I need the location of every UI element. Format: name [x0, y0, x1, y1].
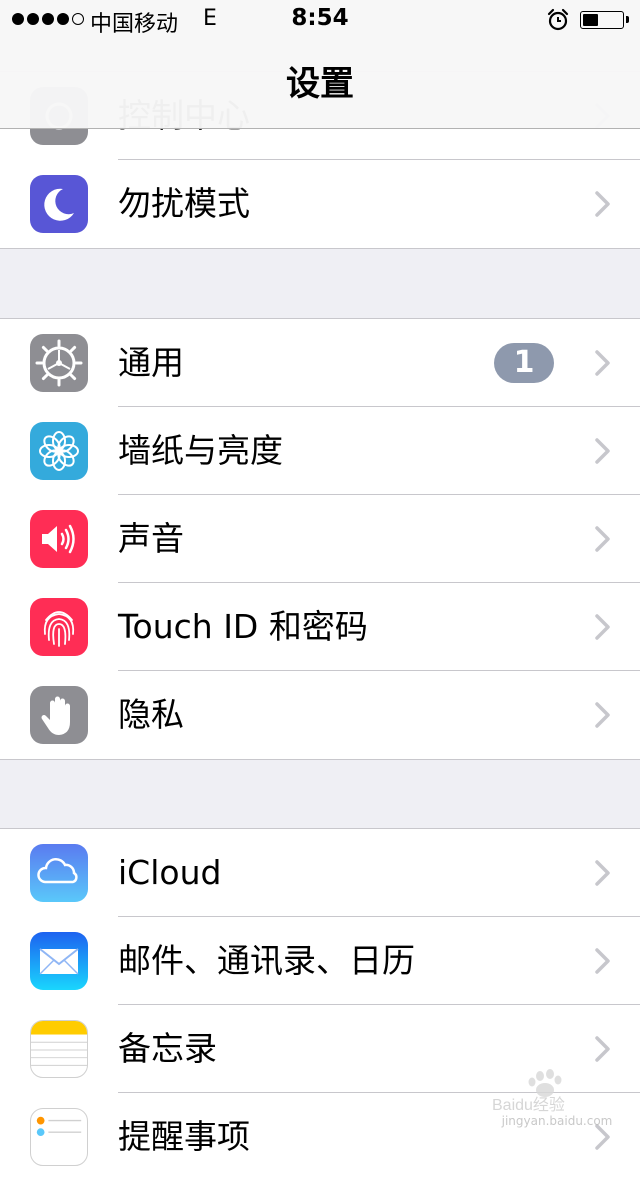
baidu-jingyan-watermark: Baidu经验 jingyan.baidu.com — [492, 1068, 622, 1130]
settings-item-touch-id-passcode[interactable]: Touch ID 和密码 — [0, 583, 640, 671]
chevron-right-icon — [595, 438, 610, 464]
settings-item-label: 提醒事项 — [118, 1117, 250, 1156]
chevron-right-icon — [595, 191, 610, 217]
settings-item-wallpaper-brightness[interactable]: 墙纸与亮度 — [0, 407, 640, 495]
settings-item-label: 通用 — [118, 343, 184, 382]
speaker-icon — [30, 510, 88, 568]
status-bar: 中国移动 E 8:54 — [0, 0, 640, 40]
cloud-icon — [30, 844, 88, 902]
moon-icon — [30, 175, 88, 233]
settings-item-mail-contacts-calendars[interactable]: 邮件、通讯录、日历 — [0, 917, 640, 1005]
hand-icon — [30, 686, 88, 744]
settings-item-label: 墙纸与亮度 — [118, 431, 283, 470]
settings-item-label: 勿扰模式 — [118, 184, 250, 223]
flower-icon — [30, 422, 88, 480]
settings-group-2: 通用 1 墙纸与亮度 声音 Touch ID 和密码 隐私 — [0, 318, 640, 760]
watermark-url: jingyan.baidu.com — [501, 1114, 613, 1128]
chevron-right-icon — [595, 350, 610, 376]
paw-logo-icon: Baidu经验 — [492, 1069, 565, 1114]
settings-item-general[interactable]: 通用 1 — [0, 319, 640, 407]
settings-item-privacy[interactable]: 隐私 — [0, 671, 640, 759]
chevron-right-icon — [595, 1036, 610, 1062]
watermark-brand: Baidu经验 — [492, 1096, 565, 1114]
status-time: 8:54 — [291, 5, 349, 31]
mail-icon — [30, 932, 88, 990]
chevron-right-icon — [595, 948, 610, 974]
settings-item-icloud[interactable]: iCloud — [0, 829, 640, 917]
settings-item-label: 邮件、通讯录、日历 — [118, 941, 415, 980]
chevron-right-icon — [595, 702, 610, 728]
settings-item-label: Touch ID 和密码 — [118, 607, 368, 646]
settings-item-label: iCloud — [118, 853, 222, 892]
settings-item-label: 隐私 — [118, 695, 184, 734]
settings-item-label: 声音 — [118, 519, 184, 558]
gear-icon — [30, 334, 88, 392]
chevron-right-icon — [595, 614, 610, 640]
page-title: 设置 — [286, 64, 354, 104]
fingerprint-icon — [30, 598, 88, 656]
battery-icon — [580, 11, 629, 29]
chevron-right-icon — [595, 526, 610, 552]
notes-icon — [30, 1020, 88, 1078]
reminders-icon — [30, 1108, 88, 1166]
alarm-clock-icon — [547, 8, 569, 31]
settings-item-sounds[interactable]: 声音 — [0, 495, 640, 583]
settings-item-do-not-disturb[interactable]: 勿扰模式 — [0, 160, 640, 248]
update-badge: 1 — [494, 343, 554, 383]
navigation-bar: 中国移动 E 8:54 设置 — [0, 0, 640, 129]
settings-item-label: 备忘录 — [118, 1029, 217, 1068]
chevron-right-icon — [595, 860, 610, 886]
